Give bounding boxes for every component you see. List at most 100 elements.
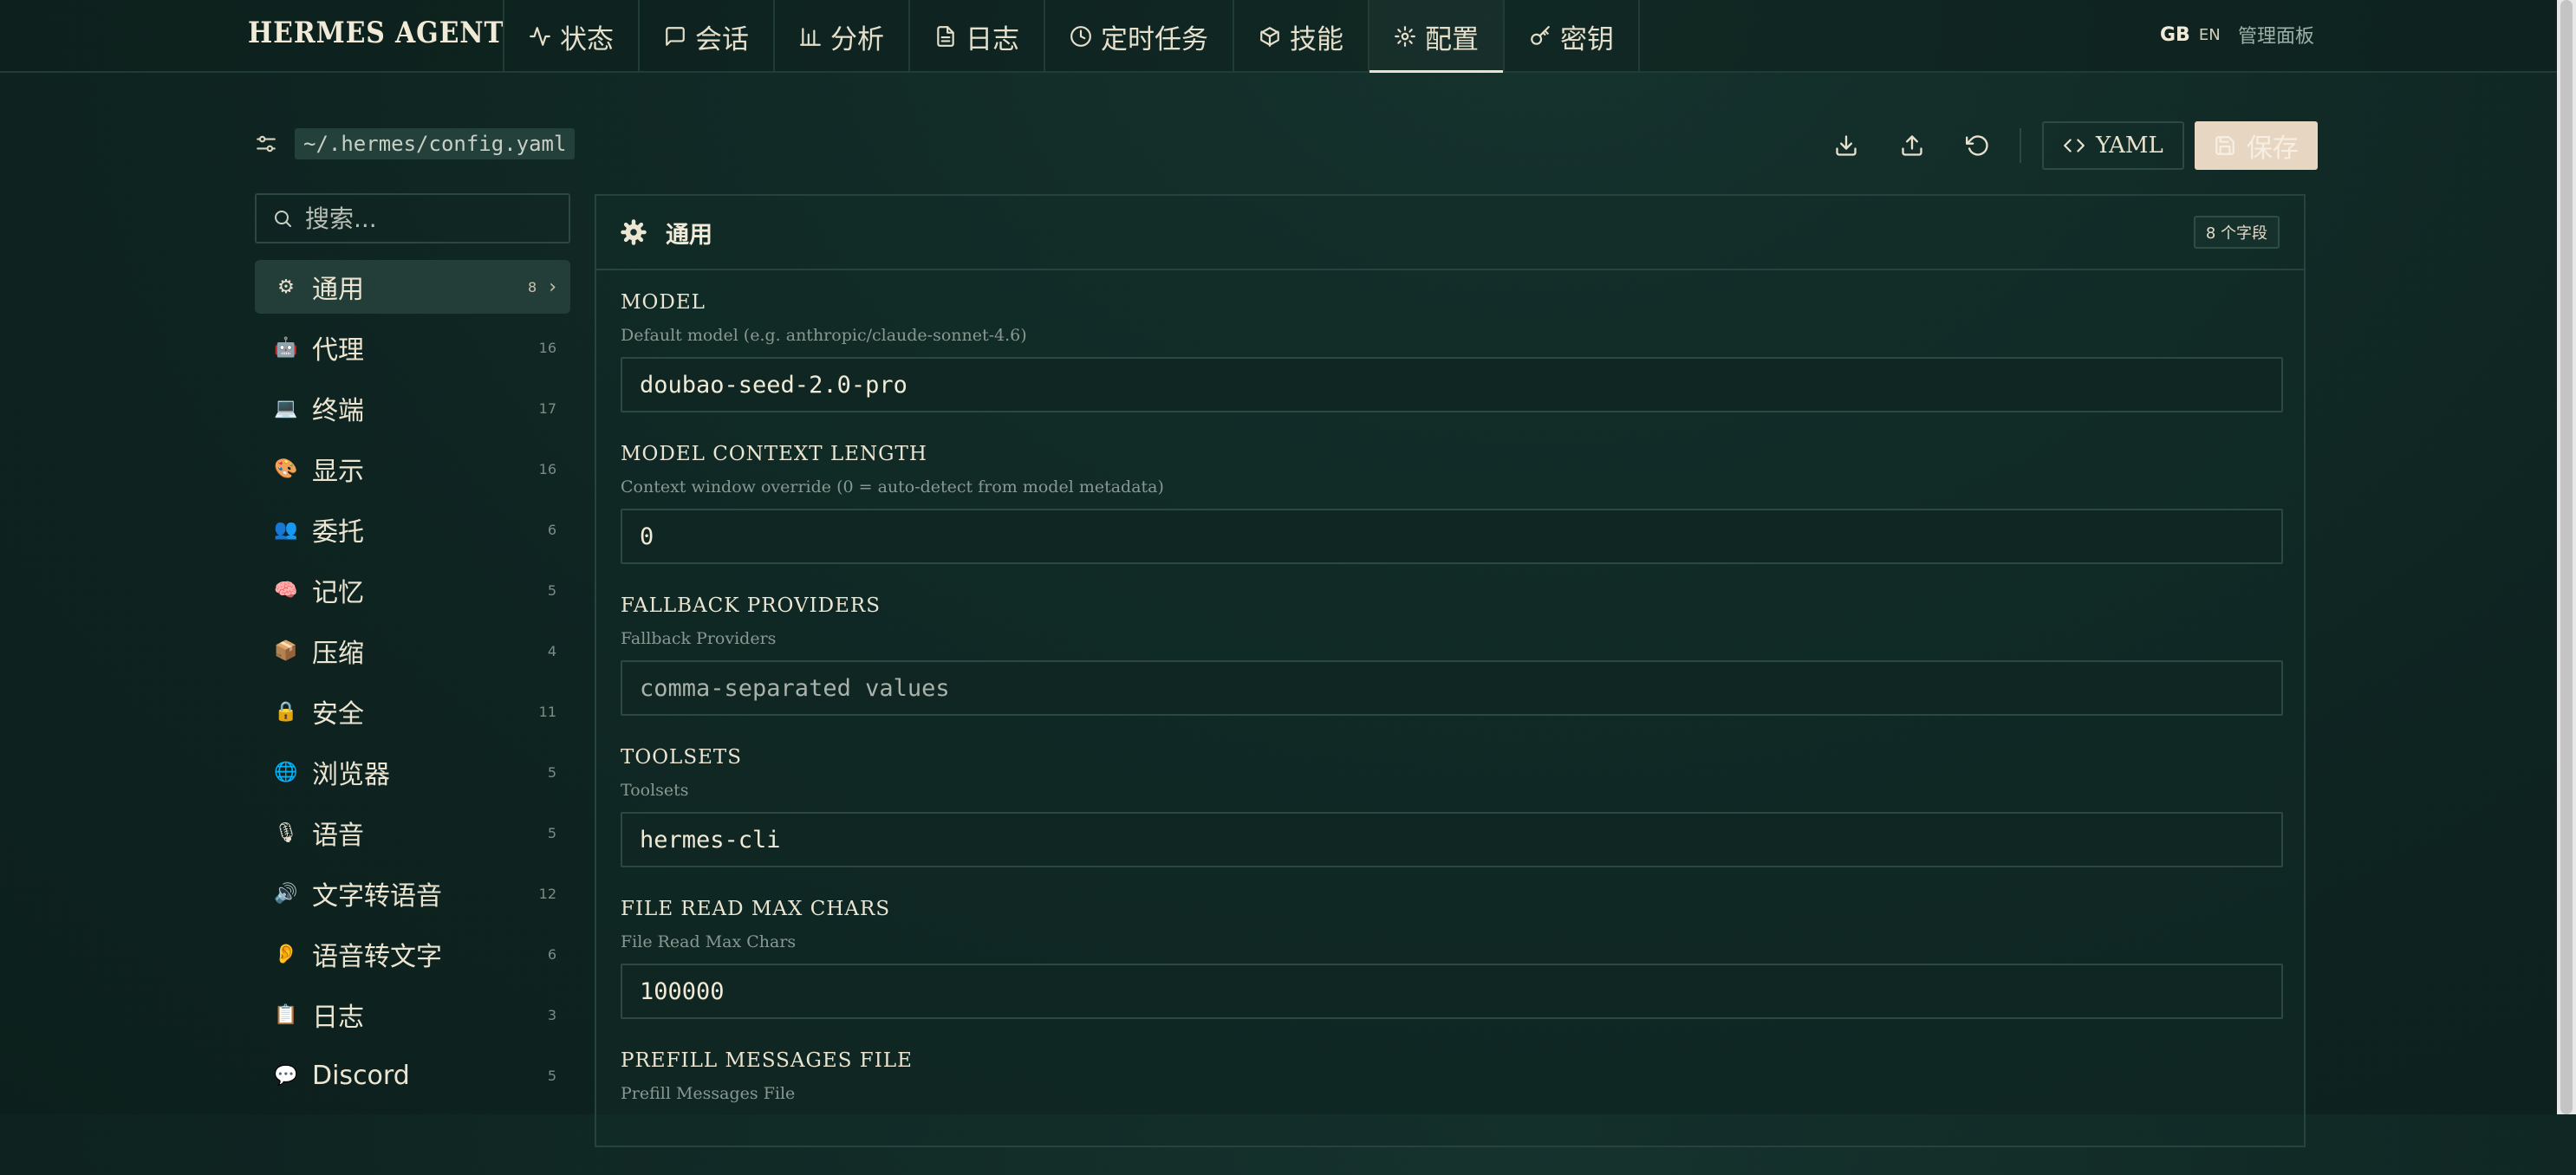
- toolbar-divider: [2020, 128, 2021, 163]
- language-switcher[interactable]: GB EN: [2160, 24, 2221, 46]
- activity-icon: [530, 27, 550, 46]
- config-file-path: ~/.hermes/config.yaml: [295, 128, 576, 159]
- chat-icon: [666, 27, 685, 46]
- yaml-button-label: YAML: [2096, 133, 2163, 159]
- tab-sessions[interactable]: 会话: [640, 0, 775, 73]
- people-icon: 👥: [274, 518, 298, 541]
- sidebar-item-display[interactable]: 🎨 显示 16: [255, 442, 570, 496]
- gear-icon: ⚙: [277, 276, 295, 298]
- reset-button[interactable]: [1954, 121, 2002, 170]
- field-count: 4: [547, 642, 556, 659]
- sidebar-item-agent[interactable]: 🤖 代理 16: [255, 321, 570, 374]
- tab-label: 密钥: [1560, 23, 1614, 55]
- field-toolsets: TOOLSETS Toolsets: [621, 746, 2283, 872]
- field-label: TOOLSETS: [621, 746, 742, 769]
- sidebar-item-compression[interactable]: 📦 压缩 4: [255, 624, 570, 678]
- lang-gb[interactable]: GB: [2160, 24, 2190, 46]
- upload-button[interactable]: [1888, 121, 1936, 170]
- download-button[interactable]: [1822, 121, 1870, 170]
- field-description: Fallback Providers: [621, 629, 777, 648]
- tab-keys[interactable]: 密钥: [1505, 0, 1640, 73]
- sidebar-item-voice[interactable]: 🎙 语音 5: [255, 806, 570, 860]
- yaml-view-button[interactable]: YAML: [2042, 121, 2184, 170]
- sidebar-item-label: 显示: [312, 457, 364, 487]
- package-icon: [1260, 27, 1279, 47]
- brain-icon: 🧠: [274, 579, 298, 601]
- sidebar-item-label: 压缩: [312, 639, 364, 669]
- file-read-max-chars-input[interactable]: [621, 964, 2283, 1019]
- tab-cron[interactable]: 定时任务: [1045, 0, 1234, 73]
- panel-title: 通用: [666, 221, 712, 249]
- field-model-context-length: MODEL CONTEXT LENGTH Context window over…: [621, 443, 2283, 568]
- sidebar-item-browser[interactable]: 🌐 浏览器 5: [255, 745, 570, 799]
- save-icon: [2215, 136, 2234, 155]
- sidebar-item-label: 代理: [312, 335, 364, 366]
- speech-bubble-icon: 💬: [274, 1064, 298, 1087]
- file-text-icon: [937, 26, 954, 47]
- fallback-providers-input[interactable]: [621, 660, 2283, 716]
- tab-config[interactable]: 配置: [1369, 0, 1505, 73]
- bar-chart-icon: [800, 28, 821, 46]
- chevron-right-icon: ›: [549, 276, 556, 298]
- panel-header: 通用 8 个字段: [596, 196, 2304, 270]
- robot-icon: 🤖: [274, 336, 298, 359]
- clipboard-icon: 📋: [274, 1003, 298, 1026]
- tab-analytics[interactable]: 分析: [775, 0, 910, 73]
- tab-label: 状态: [560, 23, 614, 55]
- scrollbar-thumb[interactable]: [2560, 0, 2573, 1114]
- toolsets-input[interactable]: [621, 812, 2283, 867]
- speaker-icon: 🔊: [274, 882, 298, 905]
- sidebar-item-logging[interactable]: 📋 日志 3: [255, 988, 570, 1042]
- sidebar-item-security[interactable]: 🔒 安全 11: [255, 685, 570, 738]
- field-file-read-max-chars: FILE READ MAX CHARS File Read Max Chars: [621, 898, 2283, 1023]
- field-label: MODEL: [621, 291, 706, 314]
- field-label: PREFILL MESSAGES FILE: [621, 1049, 913, 1072]
- sidebar-item-memory[interactable]: 🧠 记忆 5: [255, 563, 570, 617]
- field-description: Context window override (0 = auto-detect…: [621, 477, 1164, 497]
- tab-logs[interactable]: 日志: [910, 0, 1045, 73]
- field-count: 5: [547, 824, 556, 841]
- field-count: 17: [538, 399, 556, 417]
- sidebar-item-label: 安全: [312, 699, 364, 730]
- tab-status[interactable]: 状态: [504, 0, 640, 73]
- field-label: FALLBACK PROVIDERS: [621, 594, 881, 617]
- laptop-icon: 💻: [274, 397, 298, 419]
- field-label: FILE READ MAX CHARS: [621, 898, 891, 920]
- sidebar-item-delegation[interactable]: 👥 委托 6: [255, 503, 570, 556]
- tab-skills[interactable]: 技能: [1234, 0, 1369, 73]
- field-label: MODEL CONTEXT LENGTH: [621, 443, 927, 465]
- sidebar-item-general[interactable]: ⚙ 通用 8 ›: [255, 260, 570, 314]
- search-input[interactable]: [303, 203, 546, 234]
- brand-logo[interactable]: HERMES AGENT: [248, 16, 504, 50]
- sidebar-item-stt[interactable]: 👂 语音转文字 6: [255, 927, 570, 981]
- globe-icon: 🌐: [274, 761, 298, 783]
- category-search[interactable]: [255, 193, 570, 243]
- field-description: File Read Max Chars: [621, 932, 797, 951]
- page-scrollbar[interactable]: [2557, 0, 2576, 1114]
- field-count: 5: [547, 763, 556, 781]
- download-icon: [1836, 135, 1857, 156]
- tab-label: 技能: [1290, 23, 1343, 55]
- sidebar-item-terminal[interactable]: 💻 终端 17: [255, 381, 570, 435]
- gear-icon: [1395, 26, 1415, 47]
- field-count: 5: [547, 581, 556, 599]
- lang-en[interactable]: EN: [2199, 26, 2221, 44]
- field-description: Prefill Messages File: [621, 1084, 796, 1103]
- field-count: 8: [528, 278, 537, 295]
- rotate-ccw-icon: [1966, 135, 1988, 156]
- model-input[interactable]: [621, 357, 2283, 412]
- clock-icon: [1070, 26, 1091, 47]
- field-description: Toolsets: [621, 781, 689, 800]
- sidebar-item-label: 浏览器: [312, 760, 390, 790]
- sidebar-item-tts[interactable]: 🔊 文字转语音 12: [255, 867, 570, 920]
- model-context-length-input[interactable]: [621, 509, 2283, 564]
- tab-label: 分析: [830, 23, 884, 55]
- field-count: 16: [538, 460, 556, 477]
- admin-panel-link[interactable]: 管理面板: [2238, 21, 2314, 49]
- field-count: 6: [547, 521, 556, 538]
- save-button[interactable]: 保存: [2194, 121, 2318, 170]
- sidebar-item-discord[interactable]: 💬 Discord 5: [255, 1048, 570, 1102]
- category-list: ⚙ 通用 8 › 🤖 代理 16 💻 终端 17 🎨 显示 16 👥 委托 6 …: [255, 260, 570, 1109]
- upload-icon: [1902, 135, 1922, 156]
- field-count: 11: [538, 703, 556, 720]
